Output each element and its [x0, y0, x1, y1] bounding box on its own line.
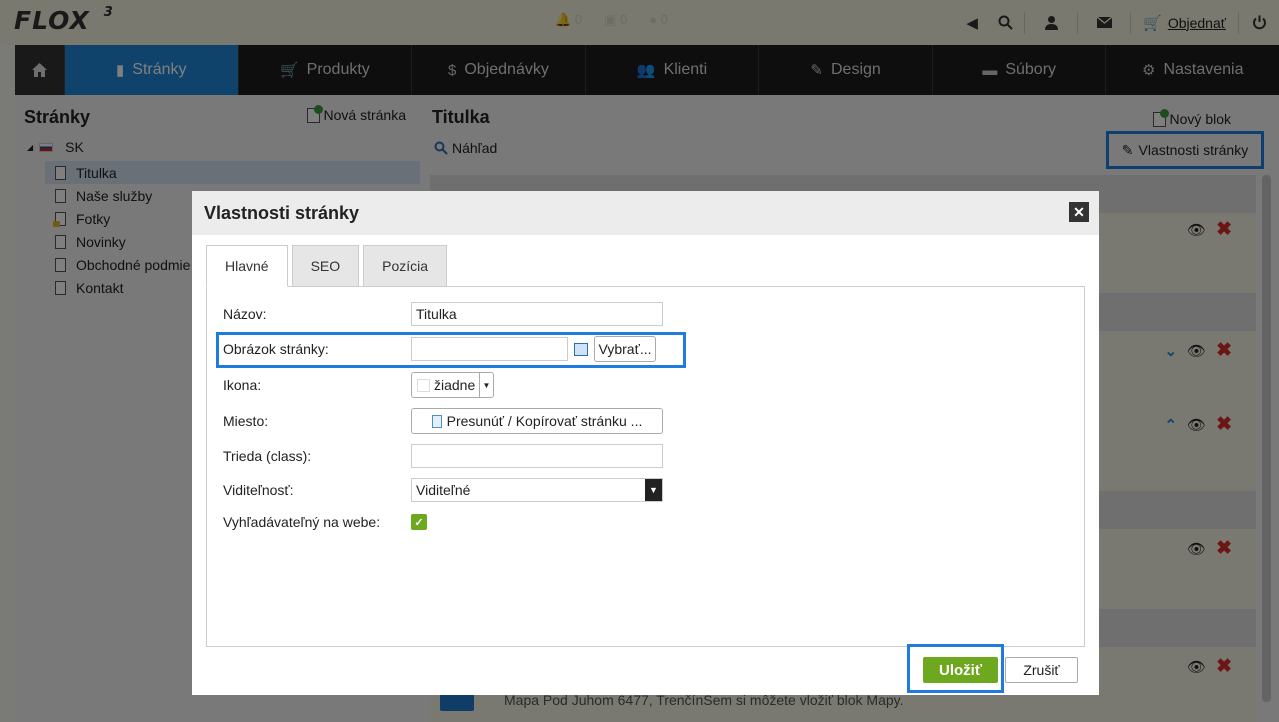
icon-select[interactable]: žiadne ▼: [411, 372, 494, 398]
save-button[interactable]: Uložiť: [923, 657, 998, 683]
dialog-title: Vlastnosti stránky: [204, 203, 360, 223]
move-copy-page-button[interactable]: Presunúť / Kopírovať stránku ...: [411, 408, 663, 434]
page-properties-dialog: Vlastnosti stránky ✕ Hlavné SEO Pozícia …: [192, 191, 1099, 695]
class-label: Trieda (class):: [223, 448, 312, 464]
dialog-tabs: Hlavné SEO Pozícia: [206, 245, 448, 287]
name-label: Názov:: [223, 306, 267, 322]
cancel-button[interactable]: Zrušiť: [1005, 657, 1078, 683]
page-icon: [431, 414, 442, 428]
icon-swatch: [417, 378, 430, 392]
name-input[interactable]: Titulka: [411, 302, 663, 326]
tab-seo[interactable]: SEO: [291, 245, 360, 287]
class-input[interactable]: [411, 444, 663, 468]
tab-position[interactable]: Pozícia: [363, 245, 448, 287]
image-field-highlight: [216, 332, 686, 368]
place-label: Miesto:: [223, 413, 269, 429]
chevron-down-icon: ▼: [645, 479, 662, 501]
visibility-select[interactable]: Viditeľné ▼: [411, 478, 663, 502]
searchable-label: Vyhľadávateľný na webe:: [223, 514, 381, 530]
caret-down-icon: ▼: [479, 373, 493, 397]
icon-label: Ikona:: [223, 377, 262, 393]
searchable-checkbox[interactable]: ✓: [411, 514, 427, 530]
dialog-header: Vlastnosti stránky ✕: [192, 191, 1099, 235]
close-icon[interactable]: ✕: [1069, 202, 1089, 222]
visibility-label: Viditeľnosť:: [223, 482, 294, 498]
tab-main[interactable]: Hlavné: [206, 245, 288, 287]
